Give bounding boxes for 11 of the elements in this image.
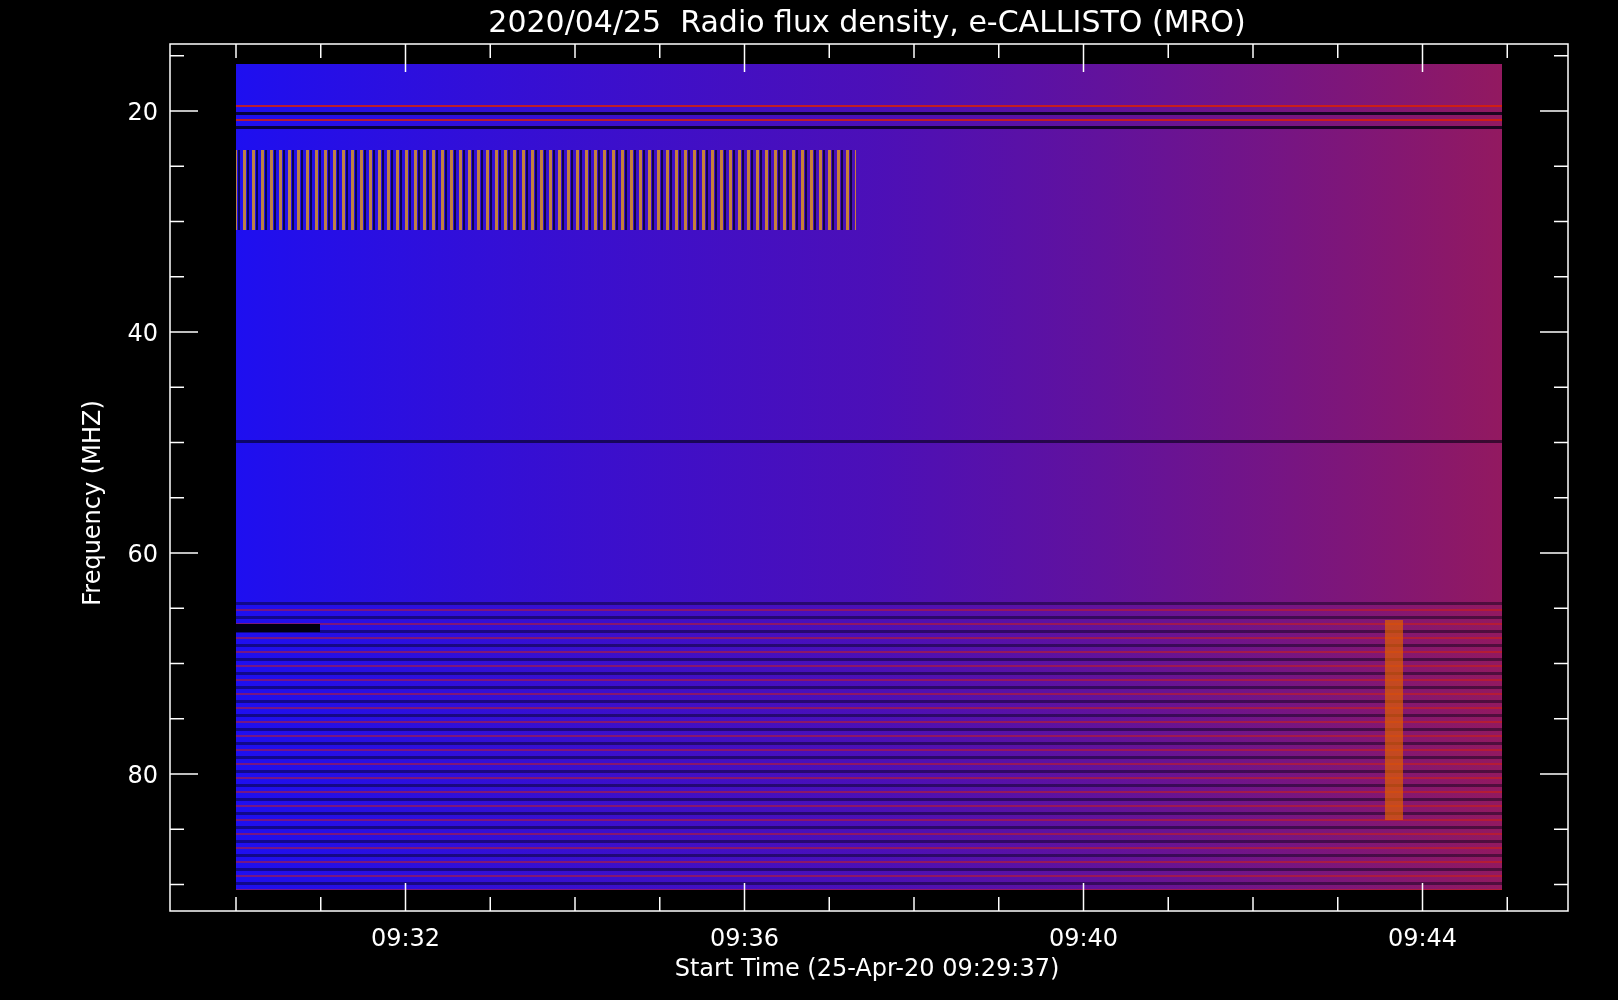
tick-label: 09:44 bbox=[1387, 924, 1458, 952]
axis-label: Frequency (MHZ) bbox=[78, 400, 106, 606]
tick-label: 40 bbox=[127, 319, 158, 347]
tick-label: 20 bbox=[127, 98, 158, 126]
tick-label: 60 bbox=[127, 540, 158, 568]
tick-label: 09:40 bbox=[1048, 924, 1119, 952]
tick-label: 09:36 bbox=[709, 924, 780, 952]
tick-label: 80 bbox=[127, 761, 158, 789]
axis-label: Start Time (25-Apr-20 09:29:37) bbox=[674, 954, 1060, 982]
tick-label: 09:32 bbox=[370, 924, 441, 952]
chart-title: 2020/04/25 Radio flux density, e-CALLISTO (MRO) bbox=[488, 4, 1246, 39]
